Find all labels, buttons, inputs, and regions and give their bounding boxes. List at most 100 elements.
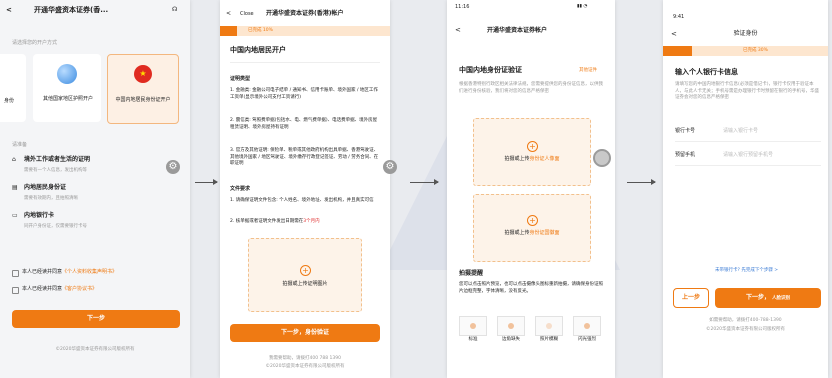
description: 根据香港特别行政区相关法律法规，您需要提供您的身份证信息，以供我们进行身份核验，… [459,82,603,94]
progress-text: 已完成 10% [248,28,273,33]
prev-button[interactable]: 上一步 [673,288,709,308]
thumb-standard [459,316,487,336]
progress-fill [220,26,237,36]
screen-bank-card: 9:41 < 验证身份 已完成 30% 输入个人银行卡信息 请填写您的中国内地银… [663,0,828,378]
home-icon: ⌂ [12,156,16,163]
flow-arrow [410,179,439,185]
progress-bar: 已完成 10% [220,26,390,36]
plus-icon: + [300,265,311,276]
upload-label: 拍摄或上传身份证人像面 [504,156,560,162]
next-button[interactable]: 下一步 [12,310,180,328]
footer: ©2020华盛资本证券有限公司版权所有 [706,327,785,332]
card-label: 中国内地居民身份证开户 [115,97,171,103]
next-button[interactable]: 下一步，身份验证 [230,324,380,342]
upload-area[interactable]: + 拍摄或上传证明图片 [248,238,362,312]
thumb-corner [497,316,525,336]
flow-arrow [195,179,218,185]
card-label: 身份 [4,98,15,104]
card-id-partial[interactable]: 身份 [0,54,26,122]
agree-link[interactable]: 《个人资料收集声明书》 [62,269,117,275]
card-china-id[interactable]: ★ 中国内地居民身份证开户 [107,54,179,124]
doc-item: 2. 震信类: 驾照费单据(包括水、电、燃气费单据)、电话费单据、境外房屋租赁证… [230,118,378,130]
req-title: 内地银行卡 [24,212,55,219]
thumb-blur [535,316,563,336]
help-text[interactable]: 如需要帮助，请拨打400-788-1390 [663,318,828,325]
phone-label: 预留手机 [675,152,696,158]
plus-icon: + [527,141,538,152]
next-button[interactable]: 下一步， 人脸识别 [715,288,821,308]
doc-req-item: 2. 核单据或者证明文件发出日期需在3个月内 [230,219,320,224]
back-arrow-icon[interactable]: < [455,26,461,35]
doc-item: 1. 金融类: 金融公司电子结单 / 通知书、信用卡账单、境外国家 / 地区工作… [230,88,378,100]
screen-account-type: < 开通华盛资本证券(香... ☊ 请选择您的开户方式 身份 其他国家地区护照开… [0,0,190,378]
back-arrow-icon[interactable]: < [226,10,231,18]
agree-text: 本人已经读并同意《个人资料收集声明书》 [22,269,118,275]
section-label: 请准备 [12,142,28,148]
req-desc: 需要有效期内，且拍照清晰 [24,196,78,201]
help-text[interactable]: 我需要帮助，请拨打400 788 1390 [220,356,390,363]
divider [675,165,821,166]
req-desc: 同开户身份证，仅需要银行卡号 [24,224,87,229]
req-desc: 需要有一个人信息，发出机构等 [24,168,87,173]
checkbox-icon[interactable] [12,287,19,294]
doc-req-item: 1. 请确保证明文件包含: 个人姓名、境外地址、发出机构，并且真实可信 [230,198,374,203]
card-label: 其他国家地区护照开户 [42,96,93,102]
phone-input[interactable]: 请输入银行预留手机号 [723,152,819,159]
gear-icon[interactable]: ⚙ [383,160,397,174]
section-heading: 输入个人银行卡信息 [675,68,738,76]
progress-text: 已完成 30% [743,48,768,53]
card-passport[interactable]: 其他国家地区护照开户 [33,54,101,122]
id-front-upload[interactable]: + 拍摄或上传身份证人像面 [473,118,591,186]
section-heading: 中国内地居民开户 [230,46,286,54]
subtitle: 请选择您的开户方式 [12,40,58,46]
id-back-upload[interactable]: + 拍摄或上传身份证国徽面 [473,194,591,262]
req-title: 内地居民身份证 [24,184,67,191]
close-link[interactable]: Close [240,11,254,18]
page-title: 开通华盛资本证券(香... [34,6,109,14]
divider [675,141,821,142]
divider [230,62,380,63]
home-button[interactable] [593,149,611,167]
thumb-label: 标准 [468,337,478,342]
progress-fill [663,46,692,56]
upload-label: 拍摄或上传证明图片 [282,281,328,287]
checkbox-icon[interactable] [12,270,19,277]
headset-icon[interactable]: ☊ [172,6,177,14]
flow-arrow [627,179,656,185]
doc-item: 3. 官方及其他证明: 保险单、税单或其他政府机构出具单据、香港驾驶证、其他境外… [230,148,379,166]
other-cert-link[interactable]: 其他证件 [579,68,597,75]
tip-title: 拍摄提醒 [459,270,484,277]
thumb-label: 边角缺失 [502,337,520,342]
description: 请填写您的中国内地银行卡信息(必须是借记卡)，银行卡仅用于验证本人，与此人卡无关… [675,82,819,100]
page-title: 开通华盛资本证券帐户 [487,27,548,34]
doc-req-label: 文件要求 [230,186,251,192]
skip-link[interactable]: 未带银行卡? 先完成下个步骤 > [715,268,778,275]
globe-icon [57,64,77,84]
page-title: 开通华盛资本证券(香港)帐户 [266,10,344,17]
tip-desc: 您可以点击照片预览，也可以点击摄像头图标重新拍摄，请确保身份证照片边框完整，字体… [459,282,603,294]
plus-icon: + [527,215,538,226]
screen-proof-upload: < Close 开通华盛资本证券(香港)帐户 已完成 10% 中国内地居民开户 … [220,0,390,378]
page-title: 验证身份 [733,30,758,37]
card-label: 银行卡号 [675,128,696,134]
gear-icon[interactable]: ⚙ [166,160,180,174]
progress-bar: 已完成 30% [663,46,828,56]
req-title: 境外工作或者生活的证明 [24,156,91,163]
doc-type-label: 证明类型 [230,76,251,82]
china-flag-icon: ★ [134,65,152,83]
card-number-input[interactable]: 请输入银行卡号 [723,128,819,135]
status-time: 9:41 [673,14,685,20]
thumb-label: 照片模糊 [540,337,558,342]
thumb-label: 闪光强烈 [578,337,596,342]
agree-text: 本人已经读并同意《客户协议书》 [22,286,98,292]
footer: ©2020华盛资本证券有限公司版权所有 [265,364,345,369]
status-time: 11:16 [455,4,470,10]
section-heading: 中国内地身份证验证 [459,66,522,74]
agree-link[interactable]: 《客户协议书》 [62,286,97,292]
back-arrow-icon[interactable]: < [6,6,12,15]
screen-id-verify: 11:16 ▮▮ ◔ < 开通华盛资本证券帐户 中国内地身份证验证 其他证件 根… [447,0,615,378]
id-card-icon: ▤ [12,184,18,191]
status-icons: ▮▮ ◔ [577,4,588,9]
footer: ©2020华盛资本证券有限公司版权所有 [55,347,135,352]
thumb-flash [573,316,601,336]
